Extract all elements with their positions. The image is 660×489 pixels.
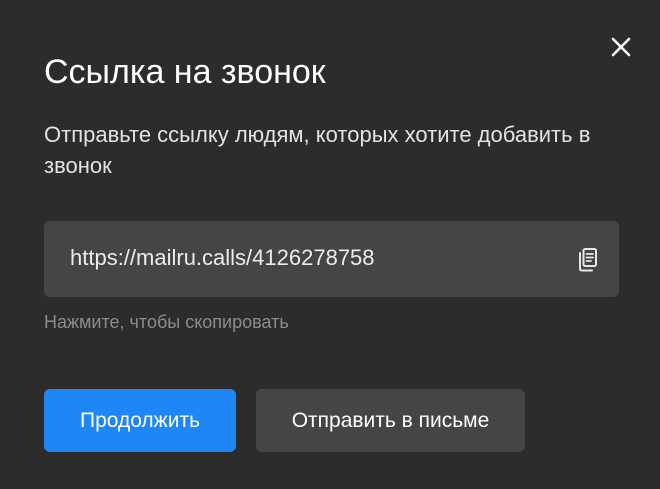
dialog-title: Ссылка на звонок	[44, 53, 326, 91]
call-link-dialog: Ссылка на звонок Отправьте ссылку людям,…	[0, 0, 660, 489]
dialog-description: Отправьте ссылку людям, которых хотите д…	[44, 122, 591, 178]
continue-button[interactable]: Продолжить	[44, 389, 236, 452]
send-email-button[interactable]: Отправить в письме	[256, 389, 525, 452]
copy-hint: Нажмите, чтобы скопировать	[44, 312, 289, 332]
copy-link-button[interactable]	[572, 245, 602, 275]
call-link-field[interactable]: https://mailru.calls/4126278758	[44, 221, 619, 297]
close-button[interactable]	[606, 32, 636, 62]
call-link-text: https://mailru.calls/4126278758	[70, 245, 375, 270]
close-icon	[611, 37, 631, 57]
copy-icon	[579, 248, 597, 272]
